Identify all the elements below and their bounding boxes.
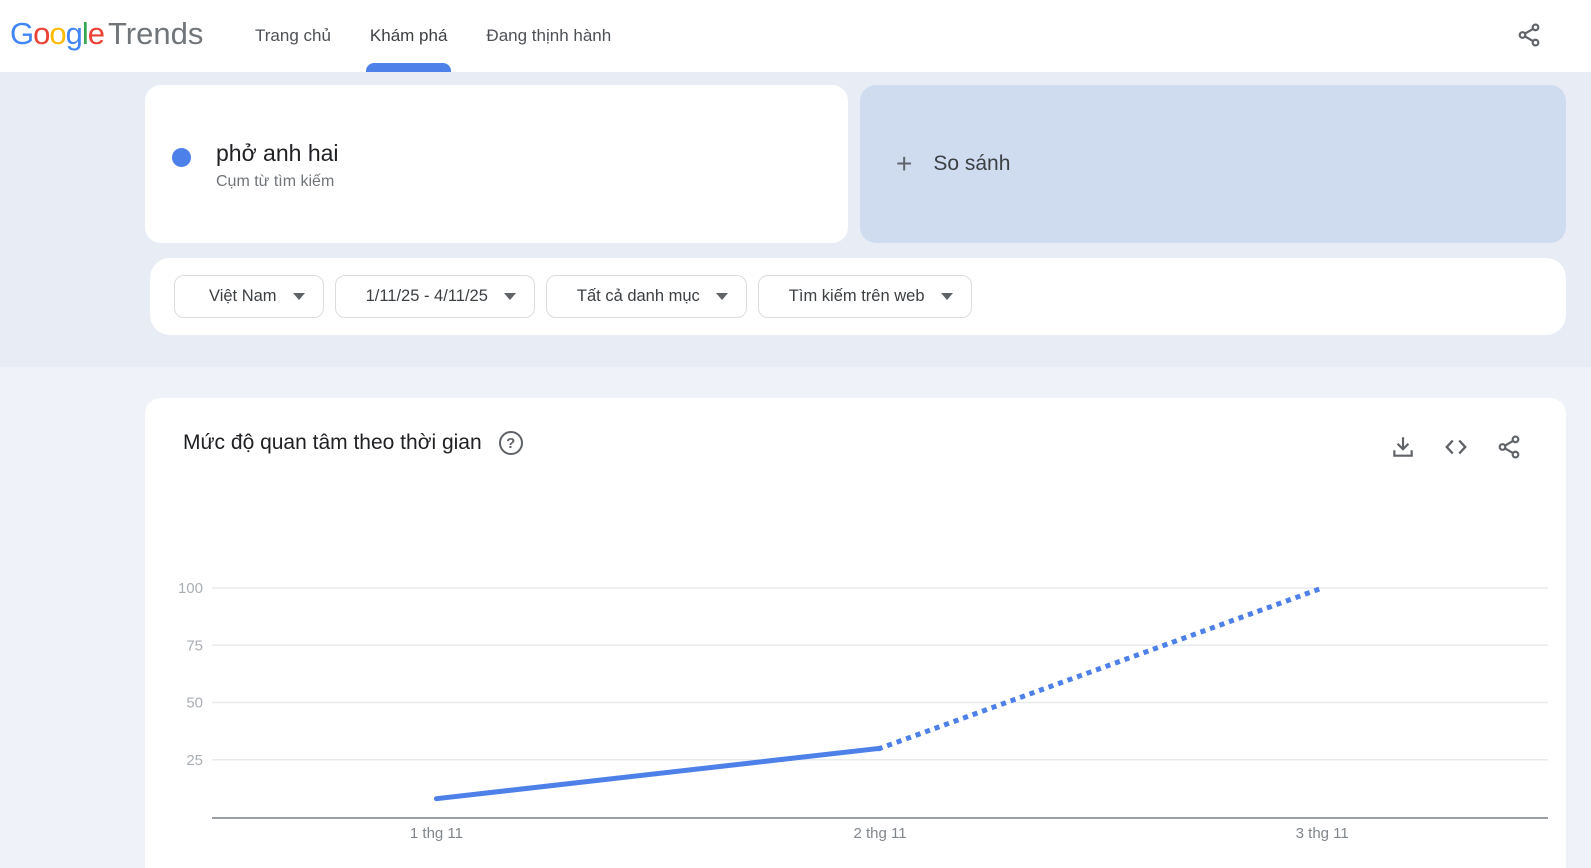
date-range-filter-dropdown[interactable]: 1/11/25 - 4/11/25: [335, 275, 535, 318]
help-icon[interactable]: ?: [499, 431, 523, 455]
query-and-filters-section: phở anh hai Cụm từ tìm kiếm + So sánh Vi…: [0, 72, 1591, 367]
add-comparison-button[interactable]: + So sánh: [860, 85, 1566, 243]
interest-over-time-chart: 25 50 75 100 1 thg 11 2 thg 11 3 thg 11: [145, 540, 1566, 852]
share-icon[interactable]: [1512, 19, 1546, 53]
search-type-filter-dropdown[interactable]: Tìm kiếm trên web: [758, 275, 972, 318]
nav-item-label: Khám phá: [370, 26, 448, 46]
date-range-filter-label: 1/11/25 - 4/11/25: [336, 287, 502, 306]
results-section: Mức độ quan tâm theo thời gian ?: [0, 367, 1591, 853]
search-type-filter-label: Tìm kiếm trên web: [759, 287, 939, 306]
chart-actions: [1390, 434, 1522, 460]
category-filter-dropdown[interactable]: Tất cả danh mục: [546, 275, 747, 318]
filter-bar-card: Việt Nam 1/11/25 - 4/11/25 Tất cả danh m…: [150, 258, 1566, 335]
svg-text:100: 100: [178, 580, 203, 597]
chevron-down-icon: [716, 293, 728, 300]
interest-over-time-card: Mức độ quan tâm theo thời gian ?: [145, 398, 1566, 868]
category-filter-label: Tất cả danh mục: [547, 287, 714, 306]
main-nav: Trang chủ Khám phá Đang thịnh hành: [255, 0, 611, 72]
chart-card-header: Mức độ quan tâm theo thời gian ?: [183, 431, 523, 455]
trend-line-chart: 25 50 75 100 1 thg 11 2 thg 11 3 thg 11: [145, 540, 1566, 852]
svg-text:2 thg 11: 2 thg 11: [853, 825, 906, 842]
nav-item-explore[interactable]: Khám phá: [370, 0, 448, 72]
svg-text:1 thg 11: 1 thg 11: [410, 825, 463, 842]
nav-item-trending[interactable]: Đang thịnh hành: [486, 0, 611, 72]
compare-label: So sánh: [933, 152, 1010, 176]
trends-wordmark: Trends: [108, 16, 203, 51]
nav-item-label: Trang chủ: [255, 26, 331, 46]
filter-pills: Việt Nam 1/11/25 - 4/11/25 Tất cả danh m…: [150, 258, 1566, 318]
region-filter-label: Việt Nam: [175, 287, 291, 306]
chevron-down-icon: [941, 293, 953, 300]
download-icon[interactable]: [1390, 434, 1416, 460]
active-tab-underline: [366, 63, 452, 72]
nav-item-label: Đang thịnh hành: [486, 26, 611, 46]
series-color-dot: [172, 148, 191, 167]
nav-item-home[interactable]: Trang chủ: [255, 0, 331, 72]
plus-icon: +: [896, 150, 912, 178]
svg-text:25: 25: [186, 752, 203, 769]
svg-text:75: 75: [186, 637, 203, 654]
chevron-down-icon: [293, 293, 305, 300]
top-app-bar: GoogleTrends Trang chủ Khám phá Đang thị…: [0, 0, 1591, 72]
embed-code-icon[interactable]: [1443, 434, 1469, 460]
region-filter-dropdown[interactable]: Việt Nam: [174, 275, 324, 318]
chart-title: Mức độ quan tâm theo thời gian: [183, 431, 482, 455]
google-wordmark: Google: [10, 16, 104, 51]
search-term-type-label: Cụm từ tìm kiếm: [216, 173, 334, 191]
search-term-text: phở anh hai: [216, 140, 339, 167]
svg-text:3 thg 11: 3 thg 11: [1296, 825, 1349, 842]
search-term-card[interactable]: phở anh hai Cụm từ tìm kiếm: [145, 85, 848, 243]
share-icon[interactable]: [1496, 434, 1522, 460]
google-trends-logo[interactable]: GoogleTrends: [10, 16, 203, 52]
svg-text:50: 50: [186, 695, 203, 712]
chevron-down-icon: [504, 293, 516, 300]
